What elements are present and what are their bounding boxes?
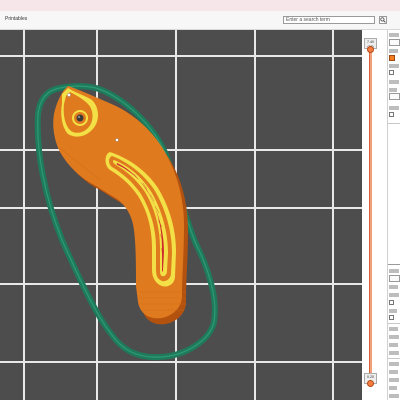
panel-row bbox=[389, 394, 399, 398]
3d-preview-viewport[interactable] bbox=[0, 30, 362, 400]
printer-dropdown[interactable] bbox=[389, 39, 400, 46]
panel-checkbox[interactable] bbox=[389, 70, 394, 75]
lower-layer-thumb[interactable] bbox=[367, 380, 374, 387]
panel-row bbox=[389, 49, 398, 53]
panel-row bbox=[389, 88, 397, 92]
panel-row bbox=[389, 293, 399, 297]
panel-row bbox=[389, 106, 399, 110]
upper-layer-thumb[interactable] bbox=[367, 46, 374, 53]
layer-slider-track[interactable] bbox=[369, 50, 372, 384]
panel-checkbox[interactable] bbox=[389, 300, 394, 305]
filament-color-swatch[interactable] bbox=[389, 55, 395, 61]
panel-checkbox[interactable] bbox=[389, 112, 394, 117]
panel-row bbox=[389, 64, 399, 68]
search-input[interactable] bbox=[283, 16, 375, 24]
panel-divider bbox=[388, 123, 400, 124]
panel-field[interactable] bbox=[389, 93, 400, 100]
panel-row bbox=[389, 269, 399, 273]
panel-row bbox=[389, 285, 398, 289]
panel-row bbox=[389, 351, 399, 355]
toolbar: Printables bbox=[0, 11, 400, 30]
panel-divider bbox=[388, 323, 400, 324]
object-list-pane bbox=[388, 264, 400, 400]
panel-row bbox=[389, 370, 398, 374]
search-icon[interactable] bbox=[379, 16, 387, 24]
panel-row bbox=[389, 80, 399, 84]
printables-tab-label[interactable]: Printables bbox=[5, 16, 27, 23]
top-strip bbox=[0, 0, 400, 11]
layer-slider-column bbox=[362, 30, 387, 400]
panel-row bbox=[389, 33, 399, 37]
panel-checkbox[interactable] bbox=[389, 315, 394, 320]
panel-row bbox=[389, 327, 398, 331]
panel-row bbox=[389, 378, 399, 382]
panel-row bbox=[389, 362, 399, 366]
panel-row bbox=[389, 335, 399, 339]
right-settings-panel bbox=[387, 30, 400, 400]
panel-row bbox=[389, 309, 397, 313]
panel-row bbox=[389, 386, 397, 390]
panel-field[interactable] bbox=[389, 275, 400, 282]
panel-divider bbox=[388, 358, 400, 359]
panel-row bbox=[389, 343, 398, 347]
